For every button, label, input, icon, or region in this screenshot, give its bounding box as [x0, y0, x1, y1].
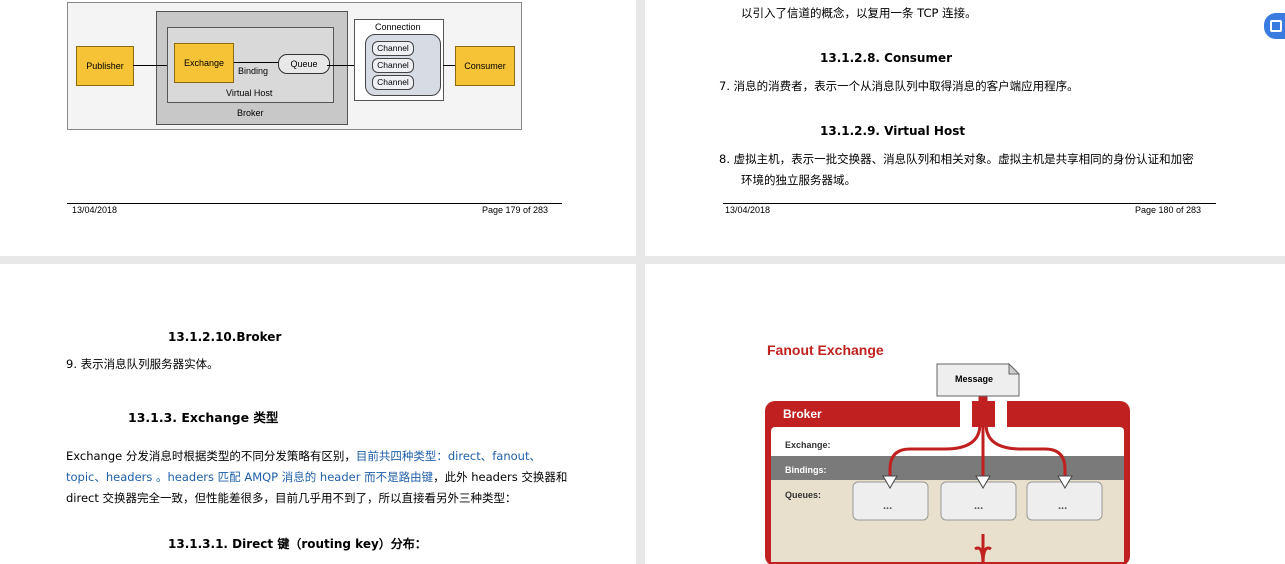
section-heading-consumer: 13.1.2.8. Consumer	[820, 51, 952, 65]
paragraph-highlight: topic、headers 。headers 匹配 AMQP 消息的 heade…	[66, 470, 434, 484]
list-item-8-continuation: 环境的独立服务器域。	[741, 173, 856, 187]
footer-page-number: Page 180 of 283	[1135, 205, 1202, 215]
publisher-label: Publisher	[86, 61, 124, 71]
paragraph-text: Exchange 分发消息时根据类型的不同分发策略有区别，	[66, 449, 356, 463]
publisher-box: Publisher	[76, 46, 134, 86]
floating-translate-button[interactable]	[1264, 13, 1285, 39]
connection-consumer-line	[443, 65, 455, 66]
binding-label: Binding	[238, 66, 269, 76]
paragraph-line-1: Exchange 分发消息时根据类型的不同分发策略有区别，目前共四种类型：dir…	[66, 446, 541, 466]
channel-pill: Channel	[372, 41, 414, 56]
page-179: Publisher Exchange Binding Queue Virtual…	[0, 0, 636, 256]
footer-date: 13/04/2018	[72, 205, 118, 215]
exchange-label: Exchange	[183, 58, 225, 68]
exchange-row-label: Exchange:	[785, 440, 831, 450]
broker-label: Broker	[783, 407, 822, 421]
footer-rule	[723, 203, 1216, 204]
page-181: 13.1.2.10.Broker 9. 表示消息队列服务器实体。 13.1.3.…	[0, 264, 636, 564]
page-182: Fanout Exchange Message Broker Exchange:…	[645, 264, 1285, 564]
list-item-7: 7. 消息的消费者，表示一个从消息队列中取得消息的客户端应用程序。	[719, 79, 1079, 93]
channel-label: Channel	[377, 43, 409, 53]
channels-cylinder: Channel Channel Channel	[365, 34, 441, 96]
queue-cylinder: Queue	[278, 54, 330, 74]
section-heading-virtual-host: 13.1.2.9. Virtual Host	[820, 124, 966, 138]
connection-label: Connection	[375, 22, 421, 32]
queue-dots: ...	[1058, 500, 1068, 512]
queue-dots: ...	[883, 500, 893, 512]
channel-pill: Channel	[372, 58, 414, 73]
binding-line	[234, 62, 282, 63]
paragraph-line-2: topic、headers 。headers 匹配 AMQP 消息的 heade…	[66, 467, 567, 487]
queues-row-label: Queues:	[785, 490, 822, 500]
broker-label: Broker	[237, 108, 264, 118]
paragraph-text: ，此外 headers 交换器和	[433, 470, 568, 484]
publisher-broker-line	[133, 65, 167, 66]
queue-label: Queue	[290, 59, 318, 69]
queue-dots: ...	[974, 500, 984, 512]
fanout-exchange-diagram	[765, 362, 1130, 564]
consumer-box: Consumer	[455, 46, 515, 86]
footer-page-number: Page 179 of 283	[482, 205, 549, 215]
queue-connection-line	[327, 65, 355, 66]
bindings-row-label: Bindings:	[785, 465, 827, 475]
section-heading-direct: 13.1.3.1. Direct 键（routing key）分布：	[168, 537, 427, 551]
amqp-architecture-diagram: Publisher Exchange Binding Queue Virtual…	[67, 2, 522, 130]
footer-date: 13/04/2018	[725, 205, 771, 215]
paragraph-highlight: 目前共四种类型：direct、fanout、	[355, 449, 541, 463]
footer-rule	[67, 203, 562, 204]
connection-box: Connection Channel Channel Channel	[354, 19, 444, 101]
channel-pill: Channel	[372, 75, 414, 90]
channel-label: Channel	[377, 60, 409, 70]
list-item-8: 8. 虚拟主机，表示一批交换器、消息队列和相关对象。虚拟主机是共享相同的身份认证…	[719, 152, 1194, 166]
body-text-line: 以引入了信道的概念，以复用一条 TCP 连接。	[741, 6, 977, 20]
consumer-label: Consumer	[464, 61, 506, 71]
paragraph-line-3: direct 交换器完全一致，但性能差很多，目前几乎用不到了，所以直接看另外三种…	[66, 491, 517, 505]
translate-icon	[1270, 20, 1282, 32]
section-heading-broker: 13.1.2.10.Broker	[168, 330, 282, 344]
list-item-9: 9. 表示消息队列服务器实体。	[66, 357, 219, 371]
channel-label: Channel	[377, 77, 409, 87]
virtual-host-label: Virtual Host	[226, 88, 273, 98]
page-180: 以引入了信道的概念，以复用一条 TCP 连接。 13.1.2.8. Consum…	[645, 0, 1285, 256]
section-heading-exchange-types: 13.1.3. Exchange 类型	[128, 410, 279, 425]
message-label: Message	[955, 374, 994, 384]
exchange-box: Exchange	[174, 43, 234, 83]
broker-box: Exchange Binding Queue Virtual Host Brok…	[156, 11, 348, 125]
virtual-host-box: Exchange Binding Queue Virtual Host	[167, 27, 334, 103]
